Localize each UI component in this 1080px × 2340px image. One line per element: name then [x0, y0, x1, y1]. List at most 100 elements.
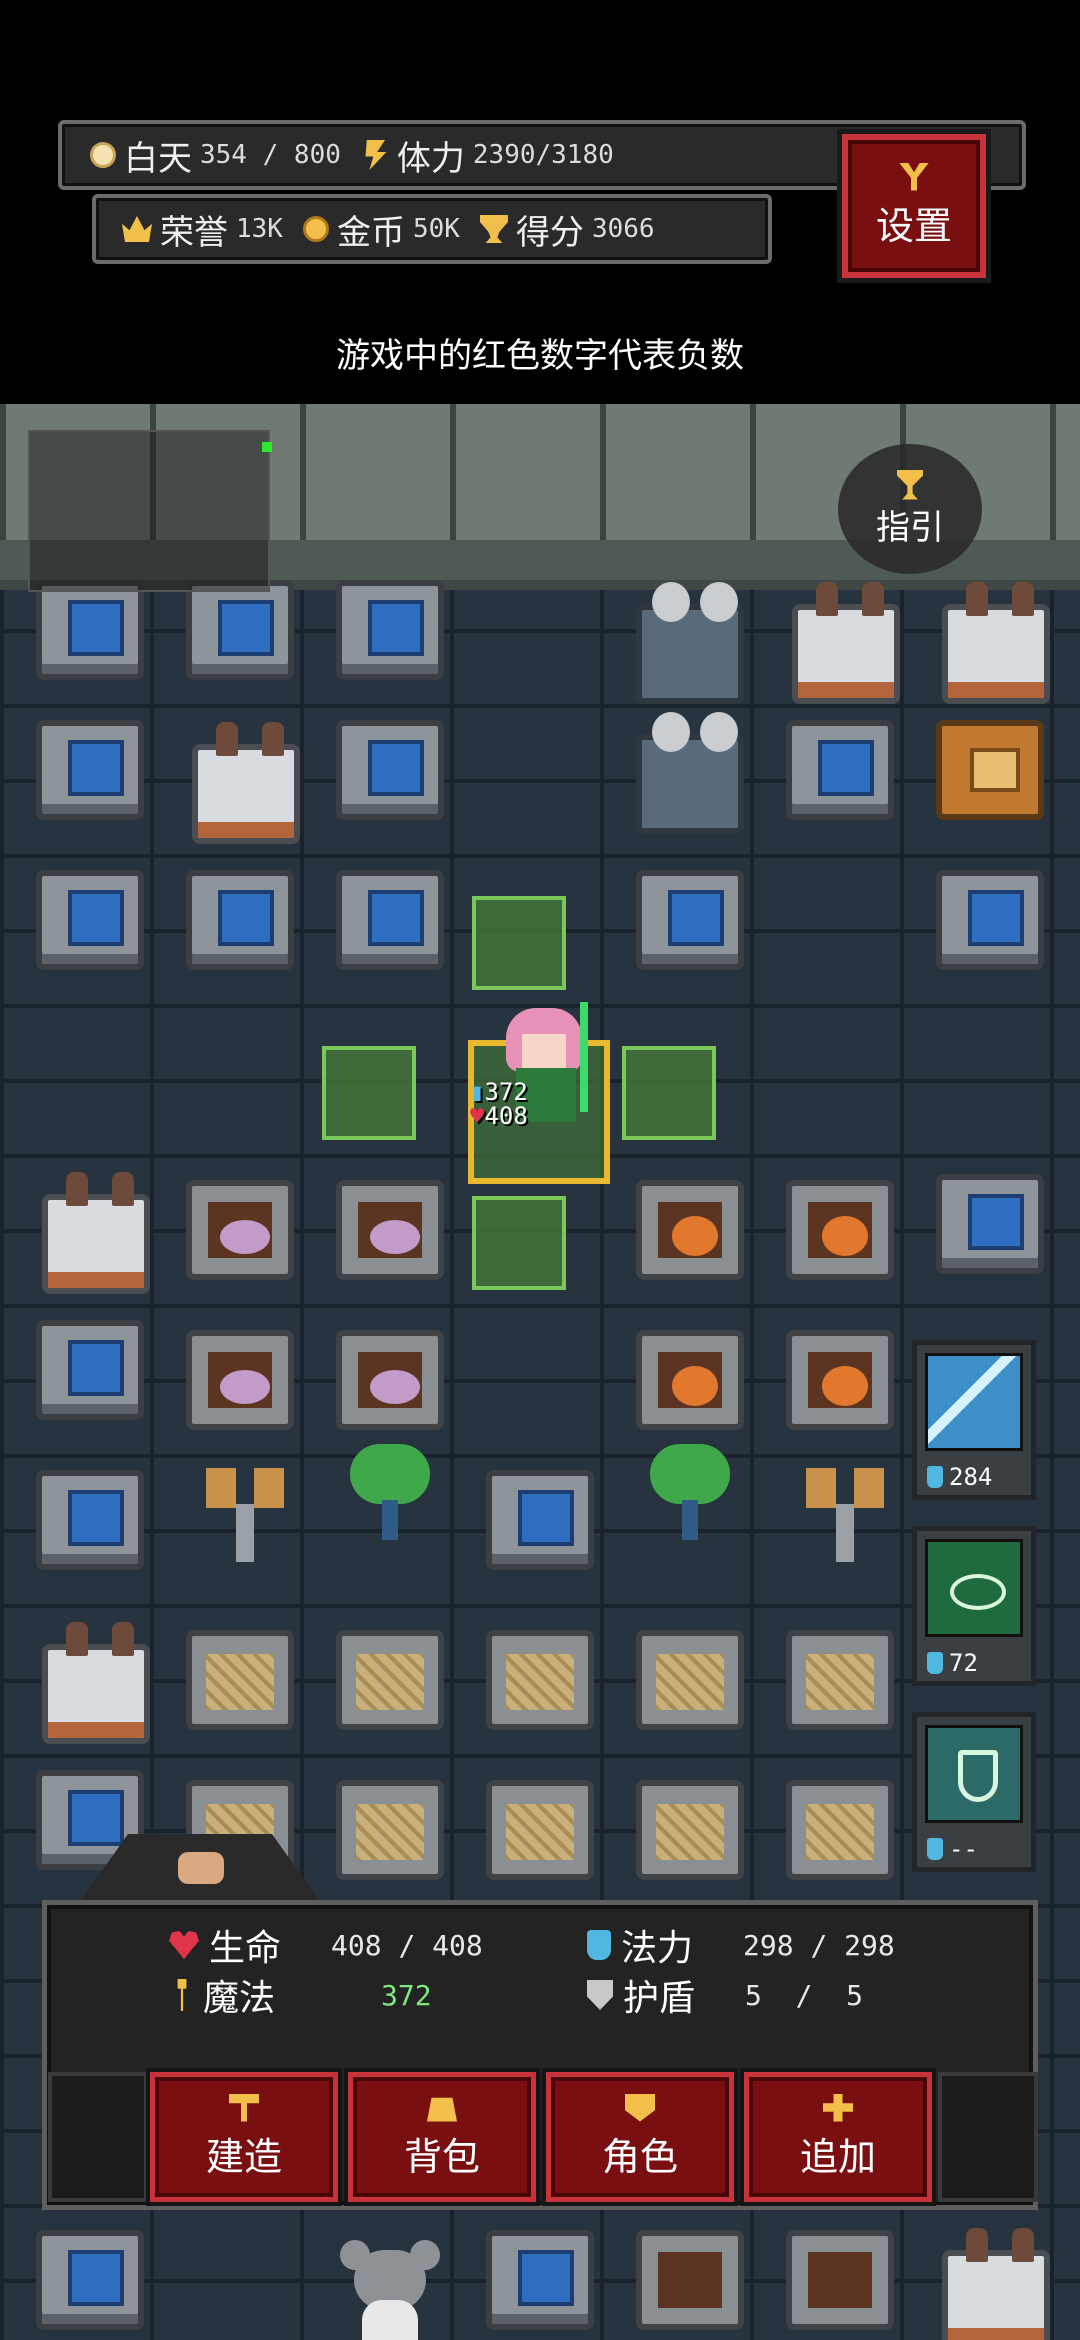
heart-icon: ♥ — [470, 1102, 485, 1130]
hay-tile[interactable] — [786, 1780, 894, 1880]
pumpkin-planter[interactable] — [786, 1330, 894, 1430]
crown-icon — [122, 216, 152, 242]
machine-tile[interactable] — [186, 870, 294, 970]
pumpkin-planter[interactable] — [786, 1180, 894, 1280]
move-highlight-left[interactable] — [322, 1046, 416, 1140]
sapling-planter[interactable] — [636, 2230, 744, 2330]
role-label: 角色 — [601, 2134, 678, 2179]
jar-tile[interactable] — [942, 582, 1050, 704]
resource-bar-secondary: 荣誉 13K 金币 50K 得分 3066 — [92, 194, 772, 264]
hammer-icon — [229, 2093, 259, 2122]
jar-tile[interactable] — [192, 722, 300, 844]
potion-icon — [927, 1466, 943, 1488]
machine-tile[interactable] — [636, 870, 744, 970]
move-highlight-down[interactable] — [472, 1196, 566, 1290]
score-value: 3066 — [591, 214, 655, 244]
hay-tile[interactable] — [186, 1630, 294, 1730]
move-highlight-right[interactable] — [622, 1046, 716, 1140]
machine-tile[interactable] — [336, 870, 444, 970]
hay-tile[interactable] — [336, 1630, 444, 1730]
score-counter: 得分 3066 — [479, 205, 655, 254]
hay-tile[interactable] — [486, 1630, 594, 1730]
tree-tile[interactable] — [336, 1444, 444, 1544]
plus-icon — [823, 2093, 853, 2122]
stamina-label: 体力 — [396, 138, 465, 179]
machine-tile[interactable] — [36, 870, 144, 970]
skill-cost: 284 — [927, 1463, 992, 1491]
turnip-planter[interactable] — [186, 1180, 294, 1280]
player-stats: ▮372 ♥408 — [470, 1080, 528, 1128]
machine-tile[interactable] — [936, 870, 1044, 970]
machine-tile[interactable] — [336, 720, 444, 820]
magic-wand-icon — [177, 1979, 187, 2011]
machine-tile[interactable] — [936, 1174, 1044, 1274]
machine-tile[interactable] — [786, 720, 894, 820]
move-highlight-up[interactable] — [472, 896, 566, 990]
hay-tile[interactable] — [336, 1780, 444, 1880]
machine-tile[interactable] — [36, 1470, 144, 1570]
hp-value: 408 / 408 — [331, 1928, 483, 1962]
lamp-tile[interactable] — [192, 1464, 300, 1564]
hp-stat: 生命 408 / 408 — [169, 1919, 483, 1971]
machine-tile[interactable] — [336, 580, 444, 680]
bag-icon — [427, 2097, 457, 2122]
machine-tile[interactable] — [36, 720, 144, 820]
bag-button[interactable]: 背包 — [348, 2072, 536, 2202]
mana-potion-icon — [587, 1930, 611, 1960]
jar-tile[interactable] — [792, 582, 900, 704]
trophy-icon — [479, 215, 508, 243]
jar-tile[interactable] — [42, 1622, 150, 1744]
guide-button[interactable]: 指引 — [838, 444, 982, 574]
lamp-tile[interactable] — [792, 1464, 900, 1564]
empty-slot-left — [48, 2072, 148, 2202]
skill-cost-value: 72 — [949, 1649, 978, 1677]
mp-value: 298 / 298 — [743, 1928, 895, 1962]
day-counter: 白天 354 / 800 — [90, 131, 341, 180]
magic-stat: 魔法 372 — [171, 1969, 432, 2021]
tank-tile[interactable] — [636, 582, 744, 704]
skill-cost-value: -- — [949, 1835, 978, 1863]
build-button[interactable]: 建造 — [150, 2072, 338, 2202]
hay-tile[interactable] — [636, 1780, 744, 1880]
stamina-value: 2390/3180 — [472, 140, 614, 170]
machine-tile[interactable] — [486, 1470, 594, 1570]
role-icon — [625, 2093, 655, 2122]
potion-icon — [927, 1838, 943, 1860]
staff-icon — [580, 1002, 588, 1112]
lightning-icon — [925, 1353, 1023, 1451]
stamina-counter: 体力 2390/3180 — [363, 131, 614, 180]
sapling-planter[interactable] — [786, 2230, 894, 2330]
turnip-planter[interactable] — [336, 1330, 444, 1430]
skill-card-eye[interactable]: 72 — [912, 1526, 1036, 1686]
bag-label: 背包 — [403, 2134, 480, 2179]
machine-tile[interactable] — [36, 580, 144, 680]
skill-card-shield[interactable]: -- — [912, 1712, 1036, 1872]
role-button[interactable]: 角色 — [546, 2072, 734, 2202]
tree-tile[interactable] — [636, 1444, 744, 1544]
shield-stat: 护盾 5 / 5 — [587, 1969, 863, 2021]
settings-button[interactable]: 设置 — [842, 134, 986, 278]
turnip-planter[interactable] — [186, 1330, 294, 1430]
hay-tile[interactable] — [636, 1630, 744, 1730]
machine-tile[interactable] — [186, 580, 294, 680]
machine-tile[interactable] — [36, 2230, 144, 2330]
jar-tile[interactable] — [942, 2228, 1050, 2340]
machine-tile[interactable] — [36, 1320, 144, 1420]
minimap[interactable] — [28, 430, 272, 592]
mp-label: 法力 — [621, 1928, 694, 1969]
jar-tile[interactable] — [42, 1172, 150, 1294]
machine-tile[interactable] — [486, 2230, 594, 2330]
pumpkin-planter[interactable] — [636, 1330, 744, 1430]
hay-tile[interactable] — [486, 1780, 594, 1880]
koala-pet[interactable] — [340, 2240, 440, 2340]
day-label: 白天 — [124, 138, 192, 179]
add-button[interactable]: 追加 — [744, 2072, 932, 2202]
pumpkin-planter[interactable] — [636, 1180, 744, 1280]
hay-tile[interactable] — [786, 1630, 894, 1730]
tank-tile[interactable] — [636, 712, 744, 834]
honor-counter: 荣誉 13K — [122, 205, 283, 254]
chest-tile[interactable] — [936, 720, 1044, 820]
score-label: 得分 — [515, 212, 584, 253]
turnip-planter[interactable] — [336, 1180, 444, 1280]
skill-card-lightning[interactable]: 284 — [912, 1340, 1036, 1500]
